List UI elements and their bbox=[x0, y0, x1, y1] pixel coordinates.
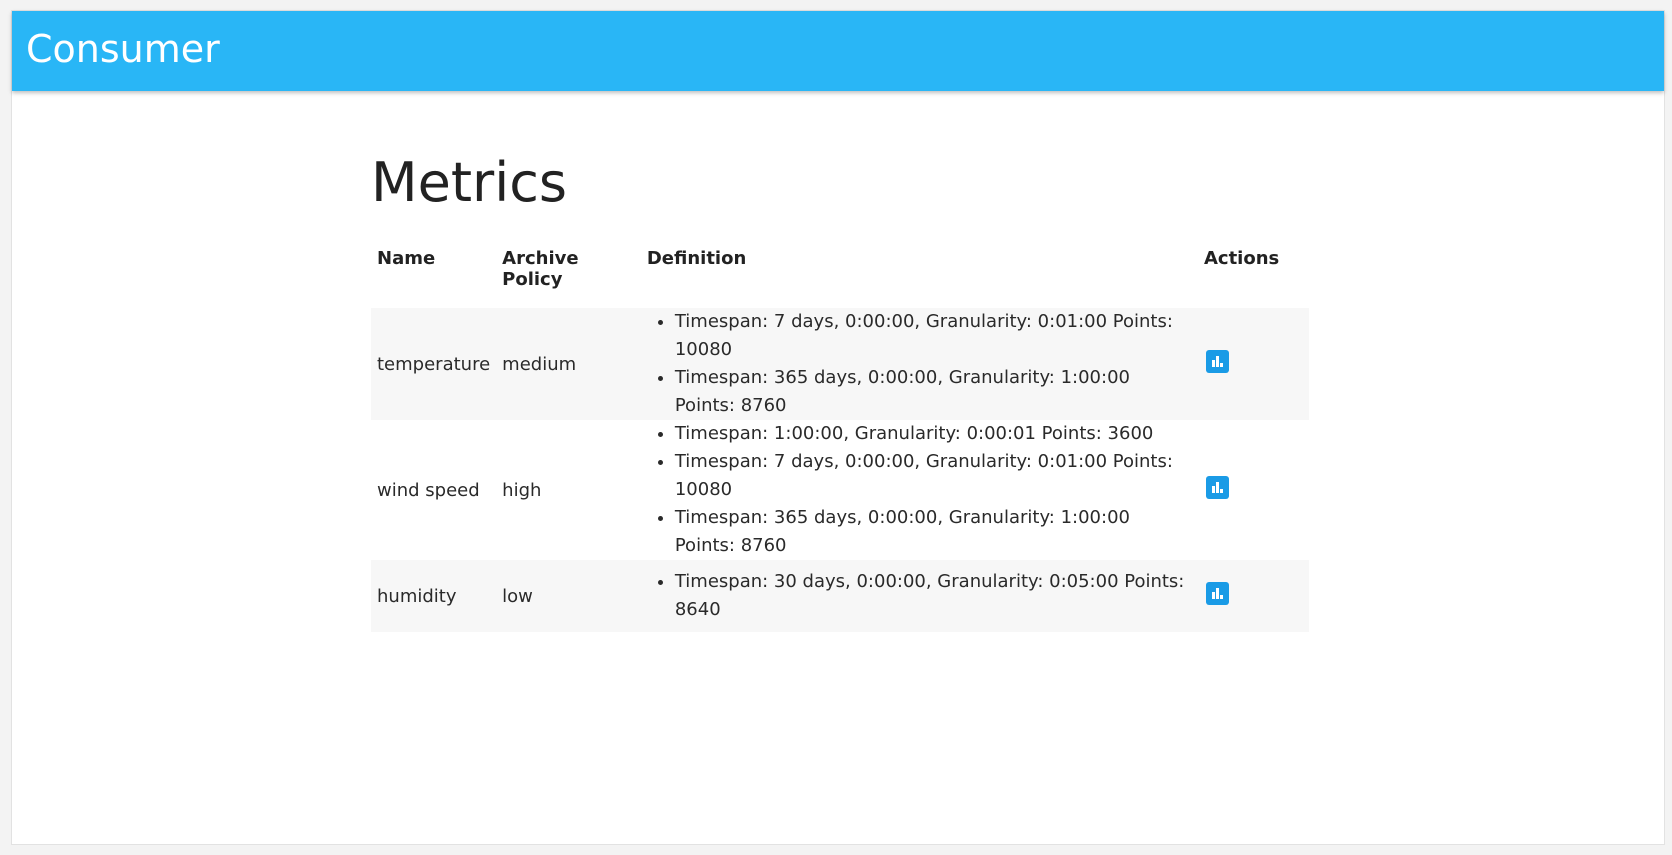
main-content: Metrics Name Archive Policy Definition A… bbox=[371, 151, 1309, 632]
bar-chart-icon-bar bbox=[1215, 588, 1219, 599]
bar-chart-icon-bar bbox=[1219, 363, 1223, 367]
column-header-archive-policy: Archive Policy bbox=[502, 248, 579, 290]
table-header-row: Name Archive Policy Definition Actions bbox=[371, 248, 1309, 308]
bar-chart-icon-bar bbox=[1211, 360, 1215, 367]
table-row: wind speed high Timespan: 1:00:00, Granu… bbox=[371, 420, 1309, 560]
definition-list: Timespan: 1:00:00, Granularity: 0:00:01 … bbox=[647, 420, 1192, 560]
definition-item: Timespan: 30 days, 0:00:00, Granularity:… bbox=[675, 568, 1192, 624]
metric-archive-policy: high bbox=[502, 479, 542, 501]
app-bar: Consumer bbox=[12, 11, 1664, 91]
metric-actions bbox=[1198, 560, 1309, 632]
definition-list: Timespan: 30 days, 0:00:00, Granularity:… bbox=[647, 568, 1192, 624]
metric-actions bbox=[1198, 308, 1309, 420]
app-title: Consumer bbox=[26, 27, 220, 71]
metric-archive-policy: low bbox=[502, 585, 533, 607]
definition-item: Timespan: 365 days, 0:00:00, Granularity… bbox=[675, 504, 1192, 560]
table-row: temperature medium Timespan: 7 days, 0:0… bbox=[371, 308, 1309, 420]
metric-archive-policy: medium bbox=[502, 353, 577, 375]
column-header-definition: Definition bbox=[646, 248, 747, 269]
bar-chart-icon[interactable] bbox=[1205, 350, 1229, 373]
metric-definition: Timespan: 30 days, 0:00:00, Granularity:… bbox=[641, 560, 1198, 632]
definition-item: Timespan: 7 days, 0:00:00, Granularity: … bbox=[675, 448, 1192, 504]
metric-definition: Timespan: 7 days, 0:00:00, Granularity: … bbox=[641, 308, 1198, 420]
table-row: humidity low Timespan: 30 days, 0:00:00,… bbox=[371, 560, 1309, 632]
bar-chart-icon[interactable] bbox=[1205, 476, 1229, 499]
bar-chart-icon-bar bbox=[1219, 595, 1223, 599]
bar-chart-icon[interactable] bbox=[1205, 582, 1229, 605]
definition-item: Timespan: 7 days, 0:00:00, Granularity: … bbox=[675, 308, 1192, 364]
metric-name: humidity bbox=[377, 585, 457, 607]
metric-actions bbox=[1198, 420, 1309, 560]
bar-chart-icon-bar bbox=[1211, 486, 1215, 493]
definition-item: Timespan: 365 days, 0:00:00, Granularity… bbox=[675, 364, 1192, 420]
metrics-table: Name Archive Policy Definition Actions t… bbox=[371, 248, 1309, 632]
column-header-actions: Actions bbox=[1203, 248, 1280, 269]
definition-list: Timespan: 7 days, 0:00:00, Granularity: … bbox=[647, 308, 1192, 420]
bar-chart-icon-bar bbox=[1215, 482, 1219, 493]
app-window: Consumer Metrics Name Archive Policy Def… bbox=[11, 10, 1665, 845]
metric-name: wind speed bbox=[377, 479, 480, 501]
bar-chart-icon-bar bbox=[1219, 489, 1223, 493]
page-title: Metrics bbox=[371, 151, 568, 214]
bar-chart-icon-bar bbox=[1211, 592, 1215, 599]
metric-definition: Timespan: 1:00:00, Granularity: 0:00:01 … bbox=[641, 420, 1198, 560]
metric-name: temperature bbox=[377, 353, 491, 375]
bar-chart-icon-bar bbox=[1215, 356, 1219, 367]
definition-item: Timespan: 1:00:00, Granularity: 0:00:01 … bbox=[675, 420, 1192, 448]
column-header-name: Name bbox=[377, 248, 436, 269]
